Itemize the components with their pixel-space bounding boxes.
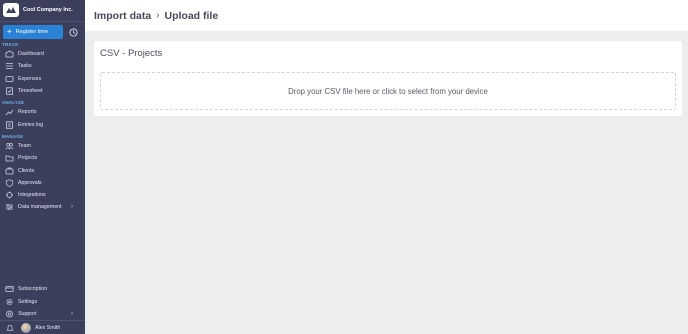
register-row: + Register time [0,25,85,39]
sidebar-item-label: Tasks [18,63,32,70]
section-label-analyze: ANALYZE [2,100,25,106]
dashboard-icon [5,50,14,58]
sidebar-item-projects[interactable]: Projects [0,152,85,164]
timesheet-icon [5,87,14,95]
sidebar-item-label: Reports [18,109,37,116]
sidebar-item-label: Approvals [18,179,42,186]
sidebar-item-team[interactable]: Team [0,140,85,152]
divider [0,21,85,22]
header: Import data › Upload file [85,0,688,31]
dropzone-text: Drop your CSV file here or click to sele… [288,86,488,96]
register-time-label: Register time [15,29,49,35]
sidebar-item-entries-log[interactable]: Entries log [0,118,85,130]
user-name: Alex Smith [35,324,61,331]
company-logo-icon [3,3,19,17]
shield-check-icon [5,179,14,187]
breadcrumb-import-data[interactable]: Import data [94,10,151,22]
section-label-manage: MANAGE [2,133,24,139]
sidebar-item-dashboard[interactable]: Dashboard [0,48,85,60]
sidebar-item-settings[interactable]: Settings [0,295,85,307]
sidebar-item-tasks[interactable]: Tasks [0,60,85,72]
avatar[interactable] [21,322,31,333]
sidebar-item-subscription[interactable]: Subscription [0,283,85,295]
sidebar-item-label: Dashboard [18,51,44,58]
section-label-track: TRACK [2,42,19,47]
sidebar-item-label: Expenses [18,75,42,82]
user-row[interactable]: Alex Smith [0,320,85,334]
sidebar-item-label: Projects [18,155,38,162]
log-icon [5,121,14,129]
team-icon [5,142,14,150]
sidebar-item-reports[interactable]: Reports [0,106,85,118]
sidebar-item-label: Team [18,142,31,149]
plus-icon: + [7,27,12,36]
card-icon [5,285,14,293]
sidebar-item-label: Subscription [18,286,48,293]
sidebar-item-expenses[interactable]: Expenses [0,73,85,85]
sidebar-item-label: Settings [18,298,38,305]
sidebar-item-data-management[interactable]: Data management › [0,201,85,213]
company-name: Cool Company Inc. [23,7,73,13]
sidebar-item-label: Integrations [18,192,46,199]
chart-icon [5,108,14,116]
chevron-right-icon: › [156,10,160,21]
upload-card: CSV - Projects Drop your CSV file here o… [94,41,682,116]
sidebar-item-label: Timesheet [18,88,43,95]
sidebar-item-label: Entries log [18,121,44,128]
sliders-icon [5,203,14,211]
clients-icon [5,167,14,175]
sidebar-item-label: Support [18,310,37,317]
sidebar-item-clients[interactable]: Clients [0,164,85,176]
chevron-right-icon: › [71,310,73,317]
gear-icon [5,298,14,306]
wallet-icon [5,75,14,83]
sidebar-bottom: Subscription Settings Support › Alex Smi… [0,283,85,334]
folder-icon [5,154,14,162]
brand[interactable]: Cool Company Inc. [0,0,85,20]
sidebar-item-label: Data management [18,204,62,211]
chevron-right-icon: › [71,204,73,211]
sidebar-item-integrations[interactable]: Integrations [0,189,85,201]
sidebar-item-support[interactable]: Support › [0,308,85,320]
integrations-icon [5,191,14,199]
register-time-button[interactable]: + Register time [3,25,63,39]
lifebuoy-icon [5,310,14,318]
sidebar-item-timesheet[interactable]: Timesheet [0,85,85,97]
clock-icon[interactable] [68,27,78,37]
file-dropzone[interactable]: Drop your CSV file here or click to sele… [100,72,676,110]
breadcrumb-upload-file: Upload file [164,9,219,22]
sidebar-item-label: Clients [18,167,35,174]
list-icon [5,62,14,70]
card-title: CSV - Projects [100,48,163,59]
sidebar-item-approvals[interactable]: Approvals [0,177,85,189]
bell-icon[interactable] [5,324,14,332]
sidebar: Cool Company Inc. + Register time TRACK … [0,0,85,334]
